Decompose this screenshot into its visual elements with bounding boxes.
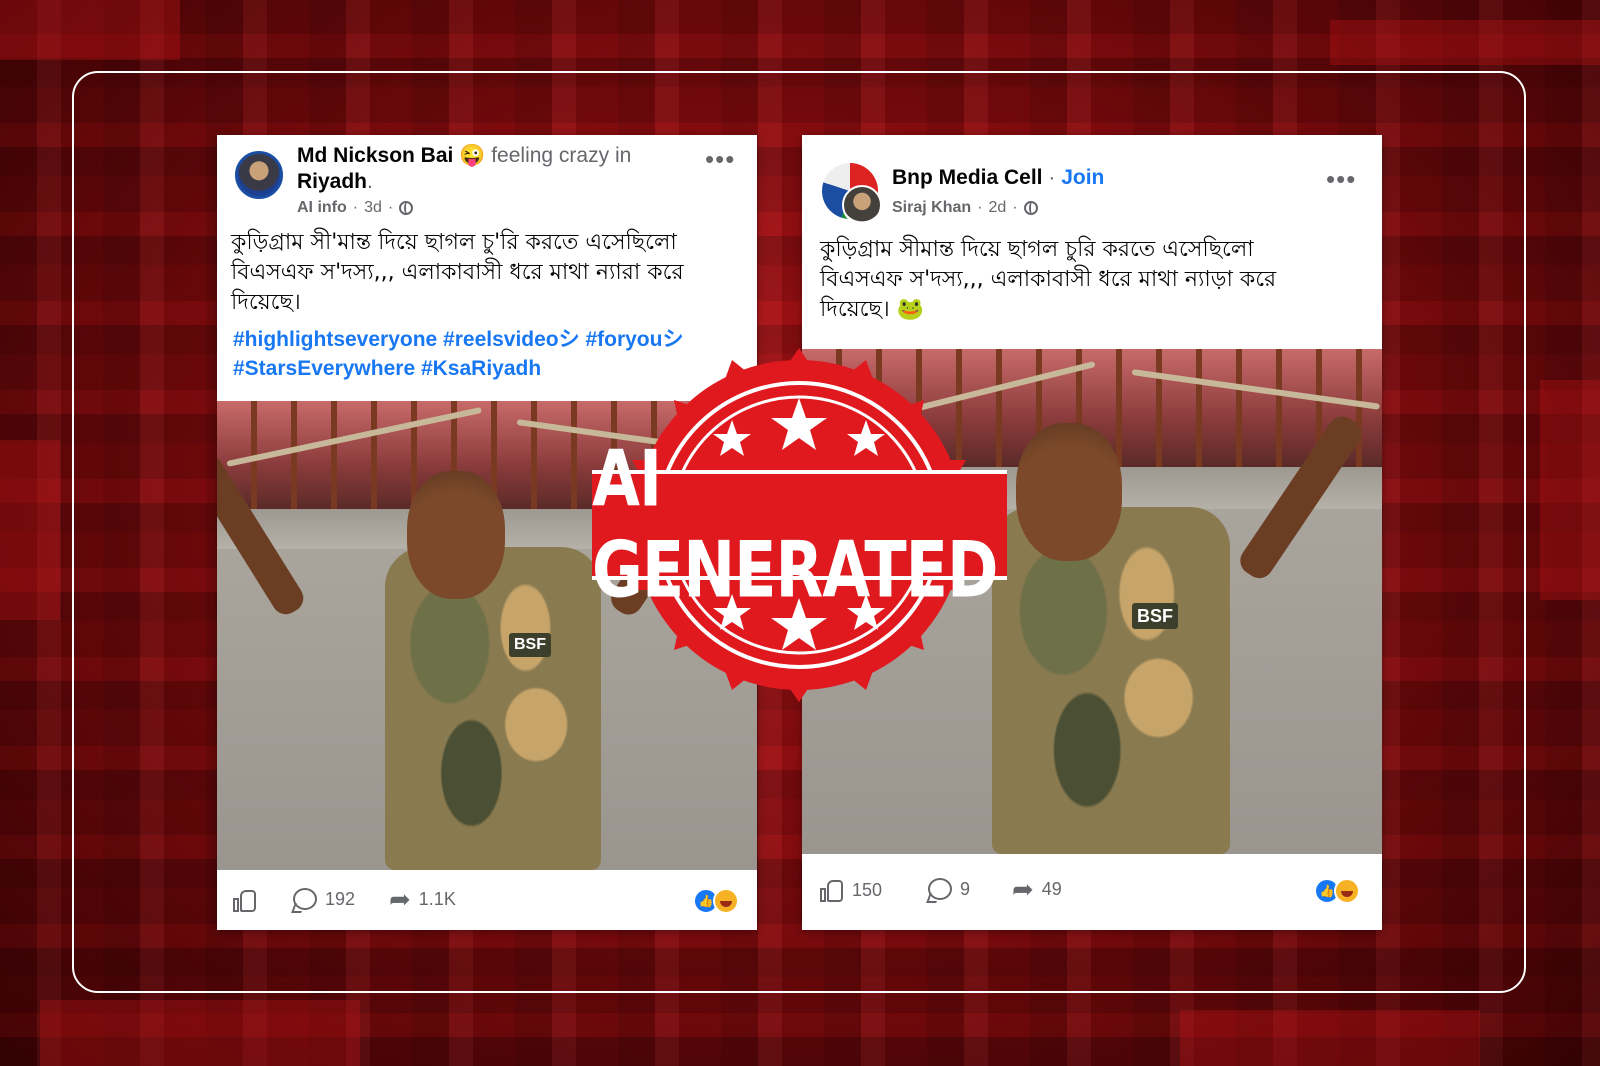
meta-dot: · bbox=[387, 199, 394, 216]
share-icon: ➦ bbox=[389, 884, 411, 914]
like-count: 150 bbox=[852, 879, 883, 900]
like-icon bbox=[233, 888, 257, 912]
ai-info-link[interactable]: AI info bbox=[297, 199, 347, 217]
post-actions: 150 9 ➦ 49 👍 bbox=[802, 854, 1382, 930]
soldier-head bbox=[1016, 423, 1122, 561]
reaction-icons[interactable]: 👍 bbox=[1314, 878, 1360, 904]
member-name[interactable]: Siraj Khan bbox=[892, 199, 971, 217]
bsf-badge: BSF bbox=[509, 633, 551, 657]
post-meta: Siraj Khan · 2d · bbox=[892, 199, 1038, 217]
haha-reaction-icon bbox=[713, 888, 739, 914]
author-name[interactable]: Md Nickson Bai bbox=[297, 144, 453, 167]
share-count: 1.1K bbox=[418, 888, 456, 909]
comment-icon bbox=[928, 878, 952, 900]
comment-button[interactable]: 192 bbox=[293, 888, 355, 910]
body-line: দিয়েছে। bbox=[231, 290, 301, 315]
more-options-button[interactable]: ••• bbox=[1326, 166, 1356, 192]
soldier-torso bbox=[385, 547, 601, 870]
comment-button[interactable]: 9 bbox=[928, 878, 970, 900]
profile-avatar[interactable] bbox=[235, 151, 283, 199]
body-line: বিএসএফ স'দস্য,,, এলাকাবাসী ধরে মাথা ন্যা… bbox=[231, 260, 684, 285]
more-options-button[interactable]: ••• bbox=[705, 146, 735, 172]
post-actions: 192 ➦ 1.1K 👍 bbox=[217, 870, 757, 930]
feeling-emoji: 😜 bbox=[459, 144, 486, 167]
stamp-label: AI GENERATED bbox=[592, 432, 999, 616]
body-line: বিএসএফ স'দস্য,,, এলাকাবাসী ধরে মাথা ন্যা… bbox=[820, 267, 1277, 292]
meta-dot: · bbox=[977, 199, 983, 216]
post-time[interactable]: 3d bbox=[364, 199, 382, 217]
share-button[interactable]: ➦ 1.1K bbox=[389, 884, 456, 914]
meta-dot: · bbox=[352, 199, 359, 216]
post-time[interactable]: 2d bbox=[988, 199, 1006, 217]
post-header: Bnp Media Cell · Join bbox=[892, 165, 1312, 191]
feeling-text: feeling crazy in bbox=[491, 144, 632, 167]
soldier-head bbox=[407, 471, 505, 599]
share-count: 49 bbox=[1041, 878, 1062, 899]
join-link[interactable]: Join bbox=[1061, 166, 1104, 189]
globe-icon bbox=[1023, 201, 1038, 215]
comment-count: 9 bbox=[960, 878, 971, 899]
location-suffix: . bbox=[367, 170, 373, 193]
meta-dot: · bbox=[1012, 199, 1018, 216]
separator: · bbox=[1042, 166, 1062, 189]
group-name[interactable]: Bnp Media Cell bbox=[892, 166, 1043, 189]
like-button[interactable] bbox=[233, 888, 257, 912]
share-button[interactable]: ➦ 49 bbox=[1012, 874, 1062, 904]
location-link[interactable]: Riyadh bbox=[297, 170, 367, 193]
body-line: কুড়িগ্রাম সীমান্ত দিয়ে ছাগল চুরি করতে … bbox=[820, 237, 1254, 262]
globe-icon bbox=[399, 201, 414, 215]
body-line: কুড়িগ্রাম সী'মান্ত দিয়ে ছাগল চু'রি করত… bbox=[231, 230, 677, 255]
ai-generated-stamp: AI GENERATED bbox=[570, 340, 1029, 710]
reaction-icons[interactable]: 👍 bbox=[693, 888, 739, 914]
soldier-torso bbox=[992, 507, 1230, 854]
post-body: কুড়িগ্রাম সী'মান্ত দিয়ে ছাগল চু'রি করত… bbox=[231, 228, 751, 318]
post-body: কুড়িগ্রাম সীমান্ত দিয়ে ছাগল চুরি করতে … bbox=[820, 235, 1380, 325]
post-meta: AI info · 3d · bbox=[297, 199, 414, 217]
comment-icon bbox=[293, 888, 317, 910]
bsf-badge: BSF bbox=[1132, 603, 1178, 629]
post-header: Md Nickson Bai 😜 feeling crazy in Riyadh… bbox=[297, 143, 697, 195]
haha-reaction-icon bbox=[1334, 878, 1360, 904]
body-line: দিয়েছে। 🐸 bbox=[820, 297, 925, 322]
comment-count: 192 bbox=[325, 888, 356, 909]
share-icon: ➦ bbox=[1012, 874, 1034, 904]
member-avatar[interactable] bbox=[842, 185, 882, 225]
like-button[interactable]: 150 bbox=[820, 878, 882, 902]
like-icon bbox=[820, 878, 844, 902]
